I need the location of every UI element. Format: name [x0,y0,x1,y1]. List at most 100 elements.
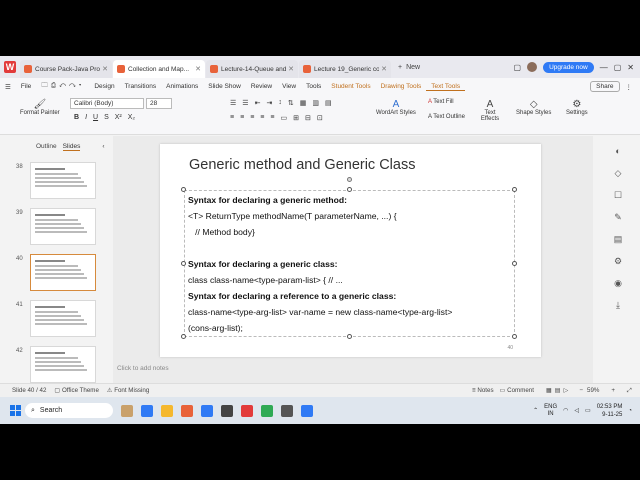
taskbar-app-icon[interactable] [281,404,293,417]
tab-slides[interactable]: Slides [62,143,81,151]
taskbar-search[interactable]: ⌕ Search [25,403,113,418]
share-button[interactable]: Share [590,81,620,92]
comment-toggle[interactable]: ▭ Comment [500,387,534,394]
close-icon[interactable]: ✕ [627,63,634,72]
menu-tools[interactable]: Tools [301,83,326,90]
wps-logo[interactable]: W [0,56,20,78]
maximize-icon[interactable]: ▢ [614,63,622,72]
resize-handle[interactable] [181,260,186,266]
slide-thumbnail[interactable] [30,300,96,337]
speaker-icon[interactable]: ◁ [574,407,579,414]
taskbar-app-icon[interactable] [241,404,253,417]
font-missing-label[interactable]: ⚠ Font Missing [107,387,149,394]
side-tool-icon[interactable]: ◉ [612,278,624,288]
battery-icon[interactable]: ▭ [585,407,591,414]
upgrade-button[interactable]: Upgrade now [543,61,594,73]
view-buttons[interactable]: ▦▤▷ [546,387,571,394]
menu-student-tools[interactable]: Student Tools [326,83,375,91]
menu-animations[interactable]: Animations [161,83,203,90]
windows-start-icon[interactable] [10,405,21,416]
menu-transitions[interactable]: Transitions [120,83,162,90]
taskbar-app-icon[interactable] [301,404,313,417]
close-tab-icon[interactable]: ✕ [195,65,201,73]
more-icon[interactable]: ⋮ [626,83,633,91]
browser-tab[interactable]: Lecture 19_Generic collect...✕ [299,60,391,78]
browser-tab[interactable]: Course Pack-Java Program...✕ [20,60,112,78]
side-tool-icon[interactable]: ▤ [612,234,624,244]
paragraph-buttons-row2[interactable]: ≡ ≡ ≡ ≡ ≡ ▭ ⊞ ⊟ ⊡ [230,114,323,122]
tray-chevron-icon[interactable]: ⌃ [533,407,538,414]
slide-thumbnail[interactable] [30,208,96,245]
notes-toggle[interactable]: ≡ Notes [472,387,494,394]
taskbar-app-icon[interactable] [221,404,233,417]
avatar[interactable] [527,62,538,72]
shape-styles-button[interactable]: ◇ Shape Styles [516,98,551,117]
quick-access-icons[interactable]: 🗀⎙↶↷▾ [36,81,89,92]
format-painter-button[interactable]: 🖌 Format Painter [20,98,60,117]
wordart-styles-button[interactable]: A WordArt Styles [376,98,416,117]
slide-thumbnail[interactable] [30,162,96,199]
side-tool-icon[interactable]: ◇ [612,168,624,178]
wifi-icon[interactable]: ◠ [563,407,568,414]
taskbar-app-icon[interactable] [121,404,133,417]
font-family-select[interactable]: Calibri (Body) [70,98,144,109]
rotate-handle[interactable] [346,177,352,182]
clock[interactable]: 02:53 PM 9-11-25 [597,403,623,419]
notes-area[interactable]: Click to add notes [117,365,169,372]
side-tool-icon[interactable]: ☐ [612,190,624,200]
new-tab-button[interactable]: + New [392,64,426,71]
fit-icon[interactable]: ⤢ [627,387,632,395]
zoom-out-icon[interactable]: − [579,387,583,394]
taskbar-app-icon[interactable] [201,404,213,417]
zoom-level[interactable]: 59% [587,387,599,394]
tab-outline[interactable]: Outline [36,143,57,151]
current-slide[interactable]: Generic method and Generic Class Syntax … [160,144,541,357]
menu-icon[interactable]: ☰ [0,83,16,91]
close-tab-icon[interactable]: ✕ [381,65,387,73]
side-tool-icon[interactable]: ✎ [612,212,624,222]
font-size-select[interactable]: 28 [146,98,172,109]
close-tab-icon[interactable]: ✕ [288,65,294,73]
text-outline-button[interactable]: A Text Outline [428,114,465,120]
paragraph-buttons-row1[interactable]: ☰ ☰ ⇤ ⇥ ↕ ⇅ ▦ ▥ ▤ [230,99,332,107]
close-tab-icon[interactable]: ✕ [102,65,108,73]
collapse-panel-icon[interactable]: ‹ [102,143,104,151]
taskbar-app-icon[interactable] [161,404,173,417]
text-effects-button[interactable]: A Text Effects [478,98,502,123]
menu-text-tools[interactable]: Text Tools [426,83,466,91]
taskbar-app-icon[interactable] [181,404,193,417]
menu-review[interactable]: Review [246,83,277,90]
slide-thumbnail[interactable] [30,254,96,291]
resize-handle[interactable] [512,187,517,192]
text-fill-button[interactable]: A Text Fill [428,99,454,105]
taskbar-app-icon[interactable] [141,404,153,417]
slide-title[interactable]: Generic method and Generic Class [189,157,415,173]
menu-drawing-tools[interactable]: Drawing Tools [376,83,427,91]
resize-handle[interactable] [346,334,352,339]
menu-design[interactable]: Design [89,83,119,90]
resize-handle[interactable] [346,187,352,192]
slide-body[interactable]: Syntax for declaring a generic method: <T… [188,192,452,336]
minimize-icon[interactable]: — [600,63,608,72]
menu-view[interactable]: View [277,83,301,90]
menu-file[interactable]: File [16,83,36,90]
zoom-in-icon[interactable]: + [611,387,615,394]
browser-tab[interactable]: Lecture-14-Queue and De...✕ [206,60,298,78]
side-tool-icon[interactable]: ⚙ [612,256,624,266]
window-list-icon[interactable]: ▢ [514,63,522,72]
resize-handle[interactable] [181,334,186,339]
side-tool-icon[interactable]: ⤓ [612,300,624,310]
format-buttons[interactable]: B I U S X² X₂ [74,114,135,121]
theme-label[interactable]: ▢ Office Theme [54,387,99,394]
language-indicator[interactable]: ENG IN [544,404,557,418]
resize-handle[interactable] [512,260,517,266]
browser-tab[interactable]: Collection and Map... ✕ [113,60,205,78]
notification-icon[interactable]: ◔ [628,408,632,414]
taskbar-app-icon[interactable] [261,404,273,417]
slide-thumbnail[interactable] [30,346,96,383]
resize-handle[interactable] [181,187,186,192]
settings-button[interactable]: ⚙ Settings [566,98,588,117]
resize-handle[interactable] [512,334,517,339]
menu-slide-show[interactable]: Slide Show [203,83,246,90]
side-tool-icon[interactable]: ◐ [612,146,624,156]
